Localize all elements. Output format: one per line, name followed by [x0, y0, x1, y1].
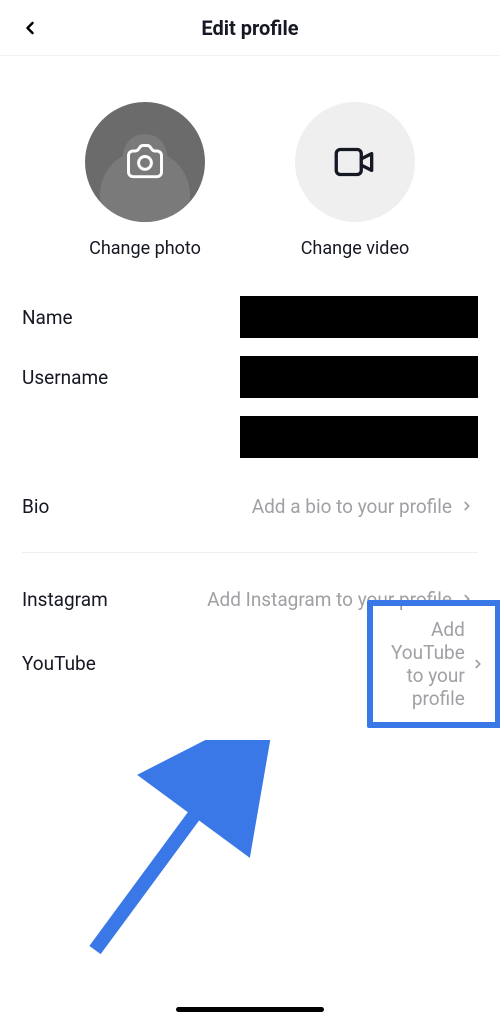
page-title: Edit profile — [201, 16, 298, 40]
bio-label: Bio — [22, 495, 132, 518]
chevron-right-icon — [471, 655, 485, 673]
media-section: Change photo Change video — [0, 56, 500, 283]
change-video[interactable]: Change video — [295, 102, 415, 259]
instagram-label: Instagram — [22, 588, 132, 611]
change-video-label: Change video — [301, 238, 410, 259]
home-indicator[interactable] — [176, 1007, 324, 1012]
extra-value-redacted — [240, 416, 478, 458]
name-row[interactable]: Name — [0, 287, 500, 347]
youtube-label: YouTube — [22, 652, 182, 675]
profile-photo-avatar — [85, 102, 205, 222]
camera-icon — [123, 140, 167, 184]
fields-section: Name Username Bio Add a bio to your prof… — [0, 283, 500, 699]
annotation-highlight: Add YouTube to your profile — [367, 600, 500, 728]
name-value-redacted — [240, 296, 478, 338]
change-photo-label: Change photo — [89, 238, 201, 259]
video-camera-icon — [330, 137, 380, 187]
name-label: Name — [22, 306, 142, 329]
username-label: Username — [22, 366, 142, 389]
chevron-right-icon — [458, 497, 476, 515]
bio-row[interactable]: Bio Add a bio to your profile — [0, 474, 500, 538]
youtube-placeholder: Add YouTube to your profile — [387, 618, 465, 710]
bio-placeholder: Add a bio to your profile — [252, 495, 452, 518]
change-photo[interactable]: Change photo — [85, 102, 205, 259]
chevron-left-icon — [20, 18, 40, 38]
username-value-redacted — [240, 356, 478, 398]
username-row[interactable]: Username — [0, 347, 500, 407]
annotation-arrow — [75, 740, 275, 960]
profile-video-circle — [295, 102, 415, 222]
section-divider — [22, 552, 478, 553]
header-bar: Edit profile — [0, 0, 500, 56]
back-button[interactable] — [14, 12, 46, 44]
youtube-row[interactable]: YouTube Add YouTube to your profile — [0, 631, 500, 695]
